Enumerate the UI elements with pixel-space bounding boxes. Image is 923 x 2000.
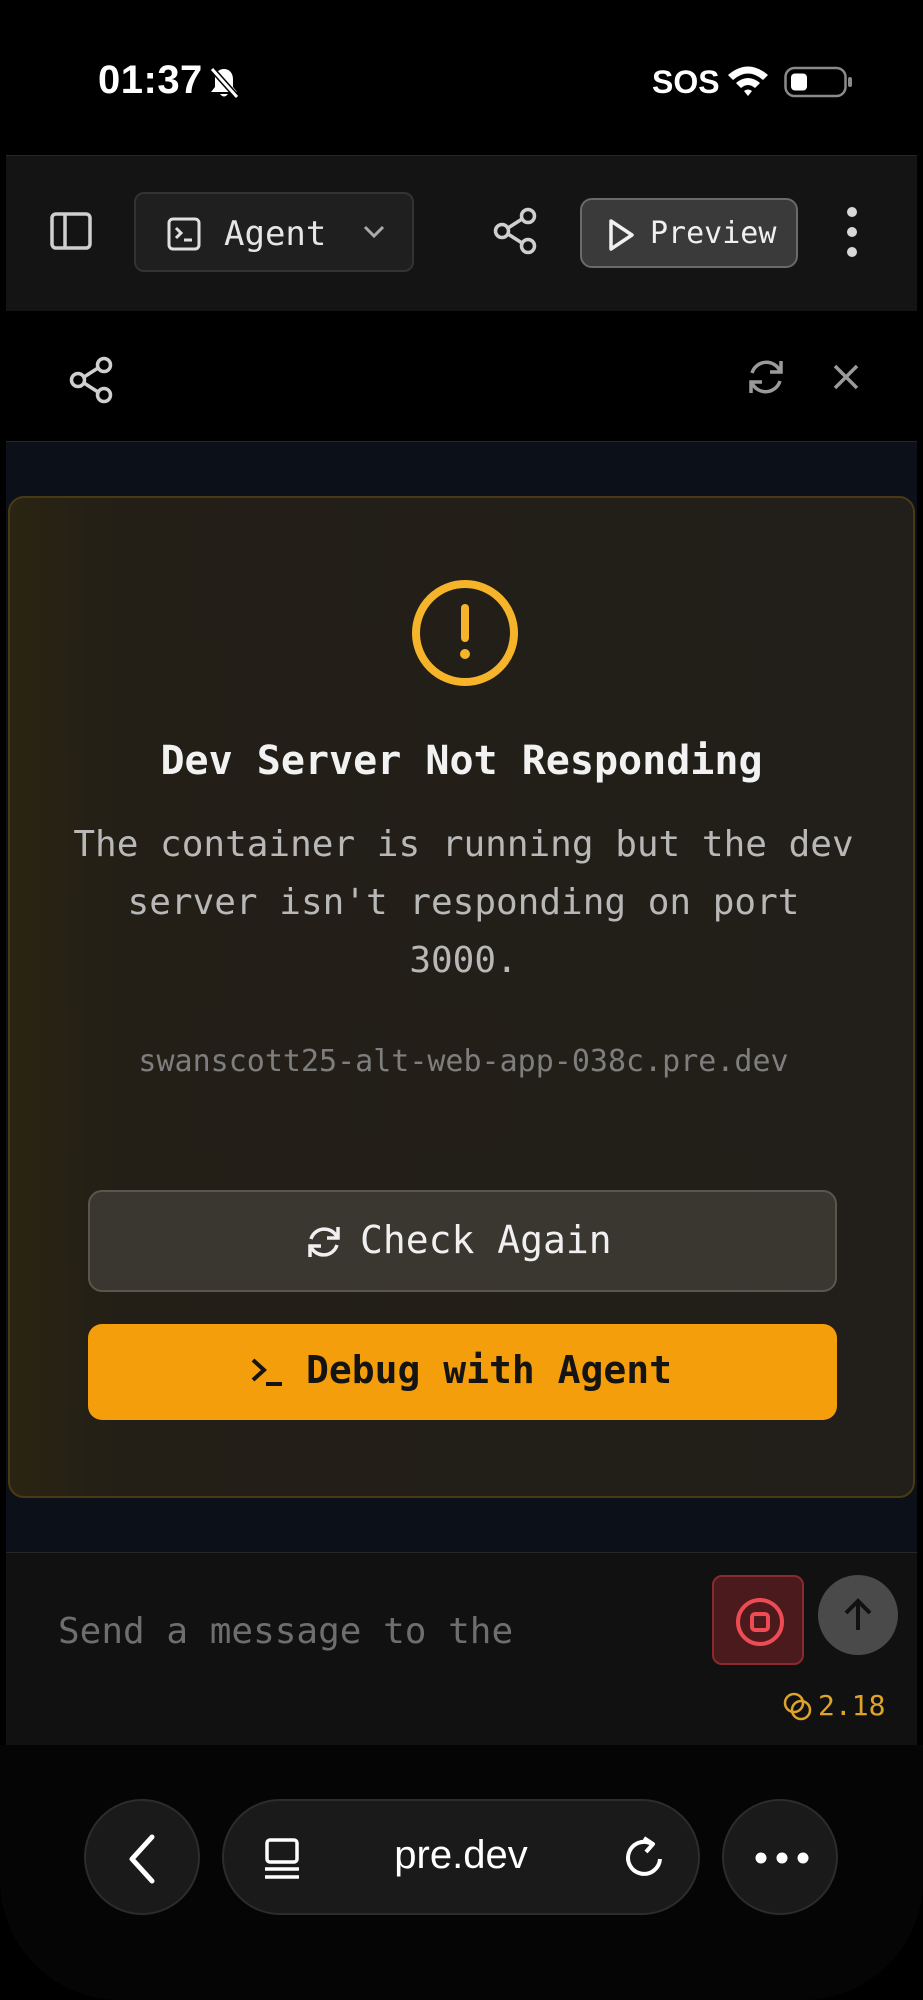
server-host: swanscott25-alt-web-app-038c.pre.dev bbox=[138, 1044, 789, 1079]
status-bar: 01:37 SOS bbox=[0, 0, 923, 155]
share-icon[interactable] bbox=[68, 355, 114, 409]
bell-slash-icon bbox=[208, 66, 240, 104]
mode-label: Agent bbox=[224, 214, 327, 254]
debug-with-agent-button[interactable]: Debug with Agent bbox=[88, 1324, 837, 1420]
close-icon[interactable] bbox=[828, 359, 864, 399]
clock: 01:37 bbox=[98, 58, 203, 102]
send-button[interactable] bbox=[818, 1575, 898, 1655]
browser-bar: pre.dev bbox=[0, 1745, 923, 2000]
preview-toolbar bbox=[6, 311, 917, 442]
more-horizontal-icon bbox=[755, 1852, 809, 1864]
terminal-icon bbox=[166, 216, 202, 256]
share-icon[interactable] bbox=[492, 206, 538, 260]
message-composer: 2.18 bbox=[6, 1552, 917, 1746]
reload-icon[interactable] bbox=[622, 1835, 666, 1885]
wifi-icon bbox=[726, 64, 770, 102]
phone-screen: 01:37 SOS Agent Preview Dev Server Not R… bbox=[0, 0, 923, 2000]
battery-icon bbox=[784, 66, 854, 104]
stop-button[interactable] bbox=[712, 1575, 804, 1665]
credits-value: 2.18 bbox=[818, 1689, 886, 1722]
chevron-down-icon bbox=[362, 224, 386, 244]
debug-label: Debug with Agent bbox=[306, 1348, 673, 1392]
error-title: Dev Server Not Responding bbox=[160, 738, 763, 784]
back-button[interactable] bbox=[84, 1799, 200, 1915]
back-icon bbox=[129, 1834, 155, 1884]
check-again-label: Check Again bbox=[360, 1218, 612, 1262]
refresh-icon[interactable] bbox=[744, 355, 788, 403]
coins-icon bbox=[783, 1692, 812, 1721]
address-bar[interactable]: pre.dev bbox=[222, 1799, 700, 1915]
warning-circle-icon bbox=[410, 578, 520, 692]
mode-selector[interactable]: Agent bbox=[134, 192, 414, 272]
preview-button[interactable]: Preview bbox=[580, 198, 798, 268]
preview-pane: Dev Server Not Responding The container … bbox=[6, 442, 917, 1552]
play-icon bbox=[606, 218, 636, 256]
message-input[interactable] bbox=[56, 1595, 700, 1667]
app-toolbar: Agent Preview bbox=[6, 155, 917, 312]
more-button[interactable] bbox=[722, 1799, 838, 1915]
terminal-prompt-icon bbox=[248, 1354, 288, 1394]
carrier-label: SOS bbox=[652, 64, 720, 100]
refresh-icon bbox=[304, 1222, 344, 1266]
error-card: Dev Server Not Responding The container … bbox=[8, 496, 915, 1498]
sidebar-toggle-icon[interactable] bbox=[48, 208, 94, 258]
more-vertical-icon[interactable] bbox=[842, 206, 862, 262]
check-again-button[interactable]: Check Again bbox=[88, 1190, 837, 1292]
error-description: The container is running but the dev ser… bbox=[73, 824, 854, 981]
preview-label: Preview bbox=[650, 216, 777, 251]
